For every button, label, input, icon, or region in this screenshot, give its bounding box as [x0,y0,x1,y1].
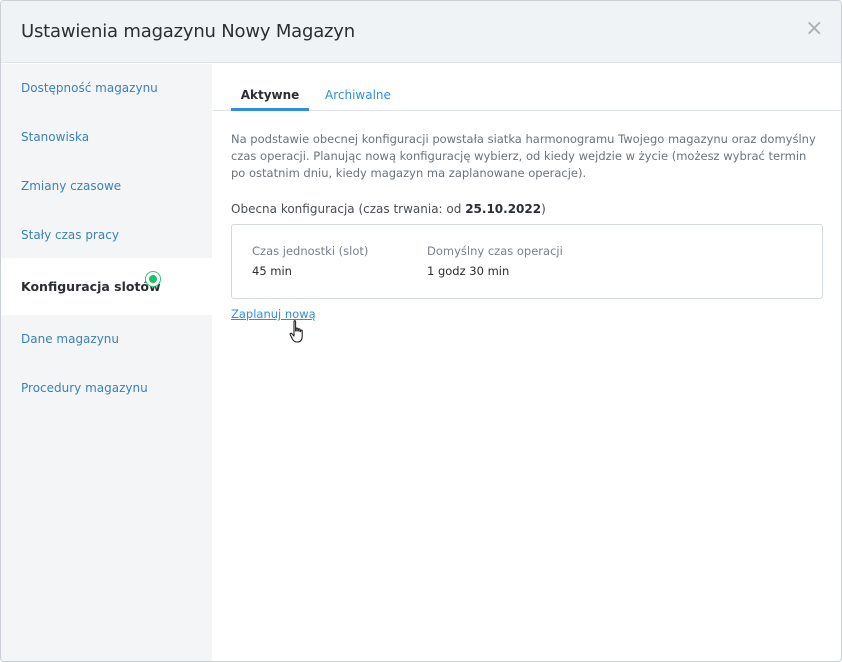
current-configuration-heading: Obecna konfiguracja (czas trwania: od 25… [231,202,546,216]
current-configuration-suffix: ) [541,202,546,216]
default-operation-time-label: Domyślny czas operacji [427,244,563,258]
tab-bar: Aktywne Archiwalne [213,64,841,111]
sidebar-item-warehouse-procedures[interactable]: Procedury magazynu [1,364,212,413]
configuration-description: Na podstawie obecnej konfiguracji powsta… [231,132,816,180]
active-status-icon [145,271,161,287]
sidebar-item-availability[interactable]: Dostępność magazynu [1,64,212,113]
current-configuration-prefix: Obecna konfiguracja (czas trwania: od [231,202,466,216]
close-icon[interactable]: × [805,18,823,40]
tab-archived[interactable]: Archiwalne [325,88,391,111]
sidebar-item-slot-configuration[interactable]: Konfiguracja slotów [1,258,212,315]
sidebar-item-label: Konfiguracja slotów [21,279,161,294]
dialog-title: Ustawienia magazynu Nowy Magazyn [21,21,355,42]
settings-dialog: Ustawienia magazynu Nowy Magazyn × Dostę… [0,0,842,662]
slot-duration-label: Czas jednostki (slot) [252,244,369,258]
current-configuration-date: 25.10.2022 [465,202,542,216]
sidebar-item-stations[interactable]: Stanowiska [1,113,212,162]
dialog-header: Ustawienia magazynu Nowy Magazyn × [1,1,841,63]
default-operation-time-value: 1 godz 30 min [427,264,510,278]
tab-active[interactable]: Aktywne [231,88,309,111]
sidebar: Dostępność magazynu Stanowiska Zmiany cz… [1,64,212,661]
configuration-card: Czas jednostki (slot) 45 min Domyślny cz… [231,224,823,299]
hand-cursor-icon [289,320,303,343]
sidebar-item-warehouse-data[interactable]: Dane magazynu [1,315,212,364]
sidebar-item-fixed-working-time[interactable]: Stały czas pracy [1,211,212,260]
slot-duration-value: 45 min [252,264,292,278]
sidebar-item-time-shifts[interactable]: Zmiany czasowe [1,162,212,211]
